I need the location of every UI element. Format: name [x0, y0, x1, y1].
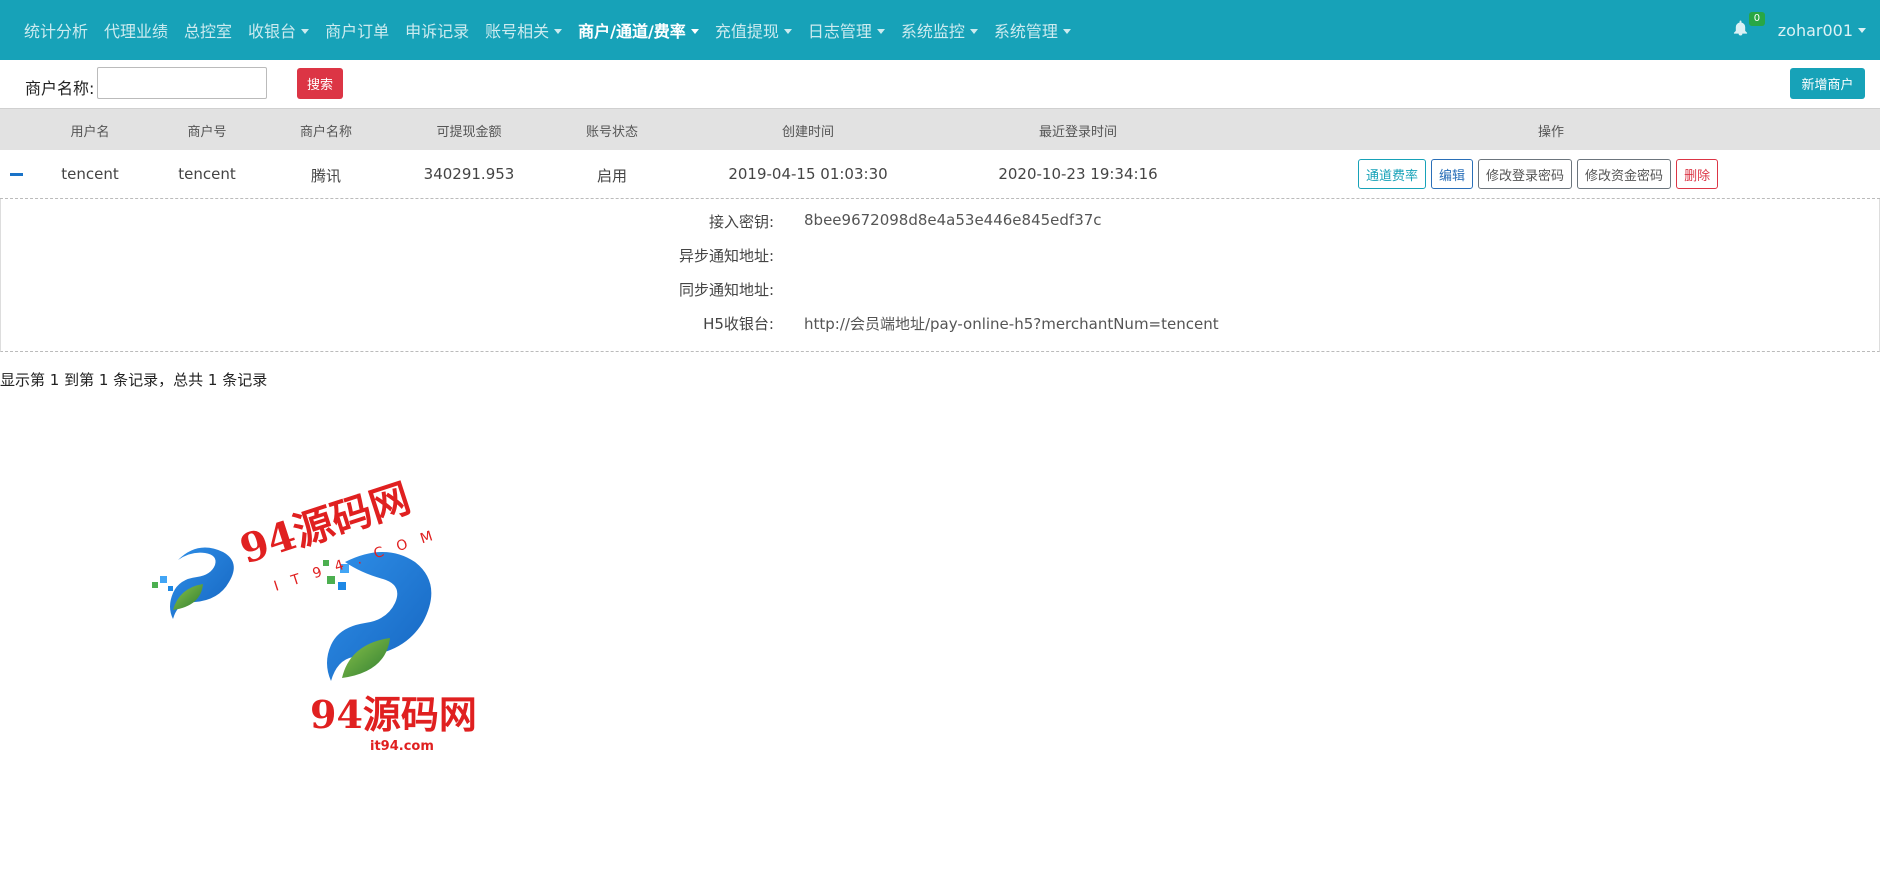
detail-label-h5-cashier: H5收银台:: [703, 315, 774, 333]
user-menu[interactable]: zohar001: [1778, 21, 1866, 40]
search-toolbar: 商户名称: 搜索 新增商户: [0, 60, 1880, 108]
nav-item-system-monitor[interactable]: 系统监控: [893, 18, 986, 42]
caret-down-icon: [1858, 27, 1866, 33]
cell-last-login: 2020-10-23 19:34:16: [998, 165, 1158, 183]
channel-rate-button[interactable]: 通道费率: [1358, 159, 1427, 189]
site-logo-watermark: 94源码网 IT94.COM 94源码网 it94.com: [152, 474, 477, 754]
notification-badge: 0: [1748, 12, 1766, 26]
caret-down-icon: [301, 29, 310, 34]
merchant-name-input[interactable]: [97, 67, 267, 99]
caret-down-icon: [554, 29, 563, 34]
caret-down-icon: [690, 29, 699, 34]
nav-item-stats[interactable]: 统计分析: [16, 18, 96, 42]
nav-item-label: 充值提现: [714, 22, 779, 41]
caret-down-icon: [783, 29, 792, 34]
col-header-status: 账号状态: [585, 125, 639, 140]
merchant-table: 用户名 商户号 商户名称 可提现金额 账号状态 创建时间 最近登录时间 操作 t…: [0, 108, 1880, 352]
username-label: zohar001: [1777, 20, 1853, 40]
nav-item-label: 申诉记录: [405, 22, 470, 41]
notifications[interactable]: 0: [1733, 12, 1766, 40]
col-header-last-login: 最近登录时间: [1038, 125, 1118, 140]
bell-icon: [1733, 20, 1747, 36]
nav-menu: 统计分析 代理业绩 总控室 收银台 商户订单 申诉记录 账号相关 商户/通道/费…: [16, 0, 1079, 60]
cell-status: 启用: [596, 167, 628, 185]
change-login-password-button[interactable]: 修改登录密码: [1478, 159, 1573, 189]
cell-created: 2019-04-15 01:03:30: [728, 165, 888, 183]
nav-item-merchant-orders[interactable]: 商户订单: [317, 18, 397, 42]
nav-item-label: 系统管理: [993, 22, 1058, 41]
nav-item-label: 总控室: [184, 22, 233, 41]
nav-item-agent-performance[interactable]: 代理业绩: [96, 18, 176, 42]
col-header-merchant-name: 商户名称: [299, 125, 353, 140]
nav-item-label: 系统监控: [900, 22, 965, 41]
nav-item-label: 统计分析: [24, 22, 89, 41]
detail-label-async-notify: 异步通知地址:: [678, 247, 774, 265]
nav-item-cashier[interactable]: 收银台: [240, 18, 317, 42]
detail-label-secret-key: 接入密钥:: [708, 213, 774, 231]
add-merchant-button[interactable]: 新增商户: [1790, 68, 1865, 99]
nav-item-label: 代理业绩: [104, 22, 169, 41]
caret-down-icon: [969, 29, 978, 34]
nav-item-appeals[interactable]: 申诉记录: [397, 18, 477, 42]
top-navbar: 统计分析 代理业绩 总控室 收银台 商户订单 申诉记录 账号相关 商户/通道/费…: [0, 0, 1880, 60]
nav-item-label: 账号相关: [485, 22, 550, 41]
edit-button[interactable]: 编辑: [1431, 159, 1474, 189]
row-detail-panel: 接入密钥: 8bee9672098d8e4a53e446e845edf37c 异…: [0, 199, 1880, 352]
col-header-merchant-no: 商户号: [187, 125, 227, 140]
watermark-text-small: it94.com: [370, 739, 434, 754]
nav-item-label: 日志管理: [807, 22, 872, 41]
nav-item-logs[interactable]: 日志管理: [800, 18, 893, 42]
caret-down-icon: [876, 29, 885, 34]
col-header-created: 创建时间: [781, 125, 835, 140]
cell-username: tencent: [61, 165, 119, 183]
nav-item-accounts[interactable]: 账号相关: [477, 18, 570, 42]
nav-right: 0 zohar001: [1733, 0, 1866, 60]
col-header-withdrawable: 可提现金额: [436, 125, 502, 140]
table-row: tencent tencent 腾讯 340291.953 启用 2019-04…: [0, 150, 1880, 199]
nav-item-control-room[interactable]: 总控室: [176, 18, 240, 42]
detail-value-secret-key: 8bee9672098d8e4a53e446e845edf37c: [804, 211, 1102, 229]
nav-item-merchant-channel-rate[interactable]: 商户/通道/费率: [570, 18, 707, 42]
delete-button[interactable]: 删除: [1676, 159, 1719, 189]
detail-label-sync-notify: 同步通知地址:: [678, 281, 774, 299]
nav-item-recharge-withdraw[interactable]: 充值提现: [707, 18, 800, 42]
detail-value-h5-cashier: http://会员端地址/pay-online-h5?merchantNum=t…: [804, 315, 1219, 333]
caret-down-icon: [1062, 29, 1071, 34]
change-fund-password-button[interactable]: 修改资金密码: [1577, 159, 1672, 189]
row-actions: 通道费率 编辑 修改登录密码 修改资金密码 删除: [1358, 159, 1719, 189]
pagination-info: 显示第 1 到第 1 条记录，总共 1 条记录: [0, 371, 268, 389]
nav-item-label: 商户订单: [325, 22, 390, 41]
cell-merchant-name: 腾讯: [310, 167, 342, 185]
nav-item-system-admin[interactable]: 系统管理: [986, 18, 1079, 42]
nav-item-label: 收银台: [248, 22, 297, 41]
nav-item-label: 商户/通道/费率: [578, 22, 686, 41]
col-header-username: 用户名: [70, 125, 110, 140]
table-header: 用户名 商户号 商户名称 可提现金额 账号状态 创建时间 最近登录时间 操作: [0, 108, 1880, 150]
cell-merchant-no: tencent: [178, 165, 236, 183]
search-label: 商户名称:: [25, 79, 95, 98]
search-button[interactable]: 搜索: [297, 68, 343, 99]
cell-withdrawable: 340291.953: [423, 165, 515, 183]
col-header-actions: 操作: [1537, 125, 1565, 140]
watermark-text-bottom: 94源码网: [310, 692, 477, 737]
collapse-detail-icon[interactable]: [10, 173, 23, 176]
